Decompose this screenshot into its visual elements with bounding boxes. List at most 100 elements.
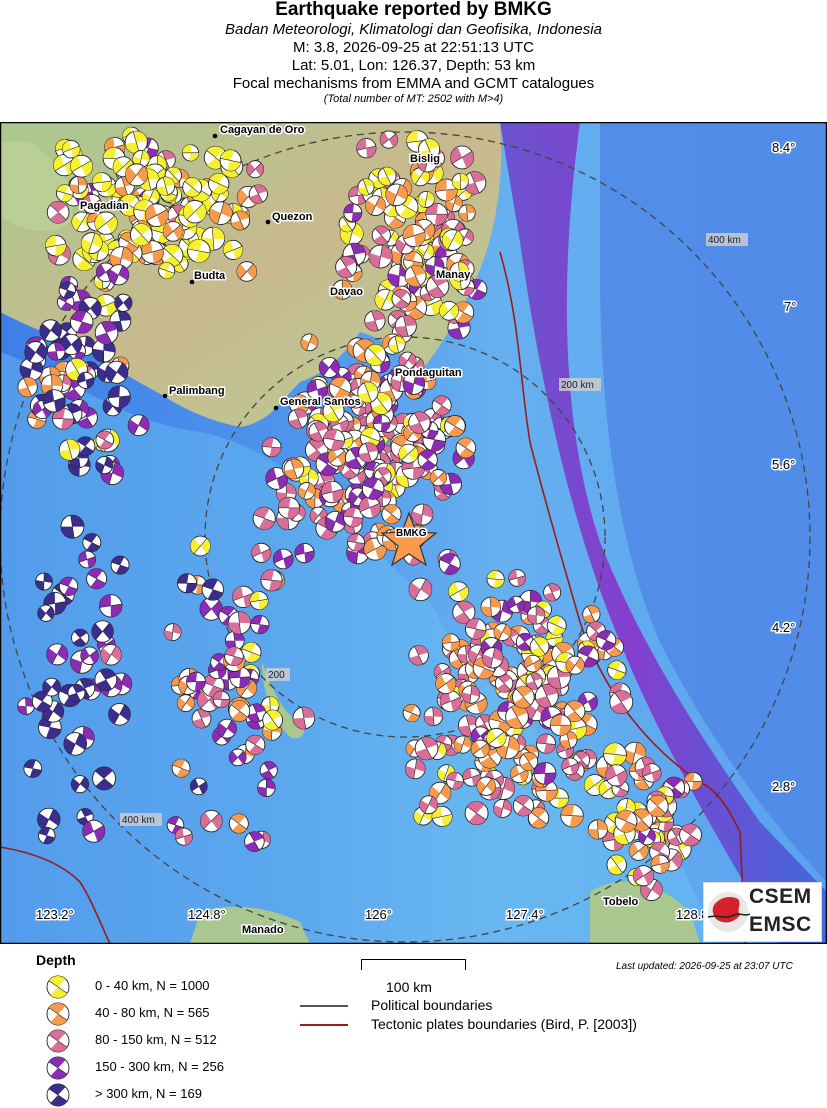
focal-mechanism [323, 428, 345, 451]
focal-mechanism [414, 736, 439, 761]
focal-mechanism [642, 763, 662, 783]
focal-mechanism [262, 709, 283, 731]
focal-mechanism [82, 819, 106, 843]
focal-mechanism [446, 771, 464, 790]
focal-mechanism [58, 281, 76, 299]
focal-mechanism [190, 535, 211, 557]
focal-mechanism [476, 776, 496, 796]
political-boundary-label: Political boundaries [371, 997, 493, 1013]
focal-mechanism [186, 671, 206, 692]
focal-mechanism [419, 795, 439, 815]
focal-mechanism [493, 798, 513, 818]
focal-mechanism [182, 177, 203, 198]
csem-emsc-logo[interactable]: CSEM EMSC [703, 882, 822, 942]
focal-mechanism [324, 510, 347, 533]
tectonic-boundary-swatch [300, 1024, 348, 1026]
focal-mechanism [80, 646, 99, 666]
focal-mechanism [201, 578, 224, 601]
focal-mechanism [208, 201, 233, 225]
focal-mechanism [42, 389, 66, 413]
seismicity-map[interactable]: Cagayan de Oro Bislig Pagadian Quezon Bu… [0, 122, 827, 944]
focal-mechanism [650, 854, 670, 874]
city-marker [273, 405, 279, 411]
focal-mechanism [114, 293, 133, 312]
focal-mechanism [512, 795, 535, 817]
political-boundary-swatch [300, 1005, 348, 1007]
city-bislig: Bislig [410, 153, 440, 165]
depth-legend-label: 150 - 300 km, N = 256 [95, 1059, 224, 1074]
focal-mechanism [82, 533, 102, 552]
city-marker [265, 219, 271, 225]
focal-mechanism [244, 831, 265, 852]
focal-mechanism [371, 225, 391, 245]
focal-mechanism [347, 533, 365, 552]
focal-mechanism [39, 319, 62, 342]
event-location: Lat: 5.01, Lon: 126.37, Depth: 53 km [291, 57, 536, 74]
csem-globe-icon [707, 892, 750, 932]
city-manay: Manay [436, 269, 471, 281]
depth-legend-label: 80 - 150 km, N = 512 [95, 1032, 217, 1047]
beachball-icon [46, 1002, 70, 1026]
focal-mechanism [543, 583, 562, 602]
focal-mechanism [230, 210, 251, 231]
focal-mechanism [357, 381, 379, 404]
focal-mechanism [364, 344, 387, 367]
focal-mechanism [78, 550, 97, 569]
focal-mechanism [605, 764, 628, 787]
focal-mechanism [450, 145, 475, 170]
focal-mechanism [480, 596, 501, 618]
focal-mechanism [124, 130, 148, 154]
focal-mechanism [646, 794, 669, 818]
focal-mechanism [431, 395, 452, 416]
focal-mechanism [525, 672, 543, 690]
focal-mechanism [46, 643, 69, 666]
focal-mechanism [77, 371, 95, 389]
depth-legend-label: 40 - 80 km, N = 565 [95, 1005, 210, 1020]
page-title: Earthquake reported by BMKG [275, 0, 552, 20]
focal-mechanism [277, 496, 301, 519]
beachball-icon [46, 1029, 70, 1053]
focal-mechanism [177, 573, 198, 594]
mechanisms-source: Focal mechanisms from EMMA and GCMT cata… [232, 75, 595, 92]
focal-mechanism [494, 674, 514, 693]
focal-mechanism [560, 803, 584, 828]
focal-mechanism [529, 636, 550, 657]
focal-mechanism [356, 138, 377, 159]
beachball-icon [46, 975, 70, 999]
focal-mechanism [61, 139, 81, 159]
focal-mechanism [361, 477, 385, 500]
scale-bar-label: 100 km [386, 979, 432, 995]
focal-mechanism [17, 697, 35, 715]
focal-mechanism [549, 714, 572, 737]
city-palimbang: Palimbang [169, 385, 225, 397]
focal-mechanism [46, 200, 70, 224]
lon-label: 123.2° [36, 907, 74, 922]
focal-mechanism [249, 591, 269, 611]
focal-mechanism [461, 685, 481, 704]
focal-mechanism [343, 203, 363, 223]
focal-mechanism [470, 739, 490, 759]
map-canvas[interactable]: Cagayan de Oro Bislig Pagadian Quezon Bu… [0, 122, 827, 944]
lon-label: 126° [365, 907, 392, 922]
focal-mechanism [533, 761, 557, 785]
focal-mechanism [535, 733, 557, 754]
focal-mechanism [108, 703, 131, 726]
focal-mechanism [526, 606, 546, 625]
focal-mechanism [23, 759, 43, 778]
focal-mechanism [357, 178, 375, 196]
focal-mechanism [94, 668, 118, 692]
city-budta: Budta [194, 270, 226, 282]
focal-mechanism [176, 694, 195, 712]
focal-mechanism [417, 190, 435, 208]
focal-mechanism [358, 442, 379, 463]
focal-mechanism [402, 704, 421, 723]
focal-mechanism [125, 163, 149, 187]
focal-mechanism [283, 458, 305, 480]
focal-mechanism [163, 623, 182, 642]
focal-mechanism [171, 758, 191, 778]
focal-mechanism [94, 211, 118, 235]
focal-mechanism [58, 438, 81, 461]
focal-mechanism [408, 577, 433, 602]
logo-csem-text: CSEM [749, 885, 812, 908]
focal-mechanism [245, 734, 266, 755]
